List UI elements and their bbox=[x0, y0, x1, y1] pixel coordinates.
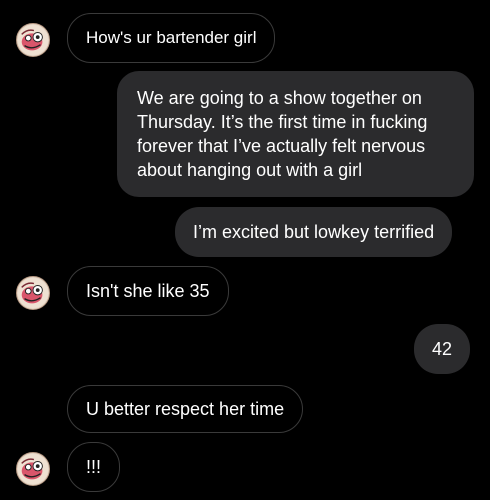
message-bubble-incoming[interactable]: U better respect her time bbox=[67, 385, 304, 433]
message-text: Isn't she like 35 bbox=[86, 281, 210, 301]
message-text: We are going to a show together on Thurs… bbox=[137, 88, 428, 180]
message-bubble-incoming[interactable]: Isn't she like 35 bbox=[67, 266, 229, 316]
contact-avatar[interactable] bbox=[16, 23, 50, 57]
avatar-illustration-icon bbox=[17, 453, 49, 485]
message-bubble-incoming[interactable]: !!! bbox=[67, 442, 121, 492]
top-strip bbox=[0, 0, 490, 6]
message-text: !!! bbox=[86, 457, 102, 477]
avatar-illustration-icon bbox=[17, 24, 49, 56]
message-text: I’m excited but lowkey terrified bbox=[193, 222, 435, 242]
message-bubble-outgoing[interactable]: I’m excited but lowkey terrified bbox=[175, 207, 453, 257]
avatar-illustration-icon bbox=[17, 277, 49, 309]
message-text: How's ur bartender girl bbox=[86, 28, 257, 47]
message-bubble-outgoing[interactable]: We are going to a show together on Thurs… bbox=[117, 71, 474, 197]
message-text: 42 bbox=[432, 339, 453, 359]
contact-avatar[interactable] bbox=[16, 452, 50, 486]
message-text: U better respect her time bbox=[86, 399, 285, 419]
contact-avatar[interactable] bbox=[16, 276, 50, 310]
message-bubble-incoming[interactable]: How's ur bartender girl bbox=[67, 13, 276, 63]
message-bubble-outgoing[interactable]: 42 bbox=[414, 324, 471, 374]
